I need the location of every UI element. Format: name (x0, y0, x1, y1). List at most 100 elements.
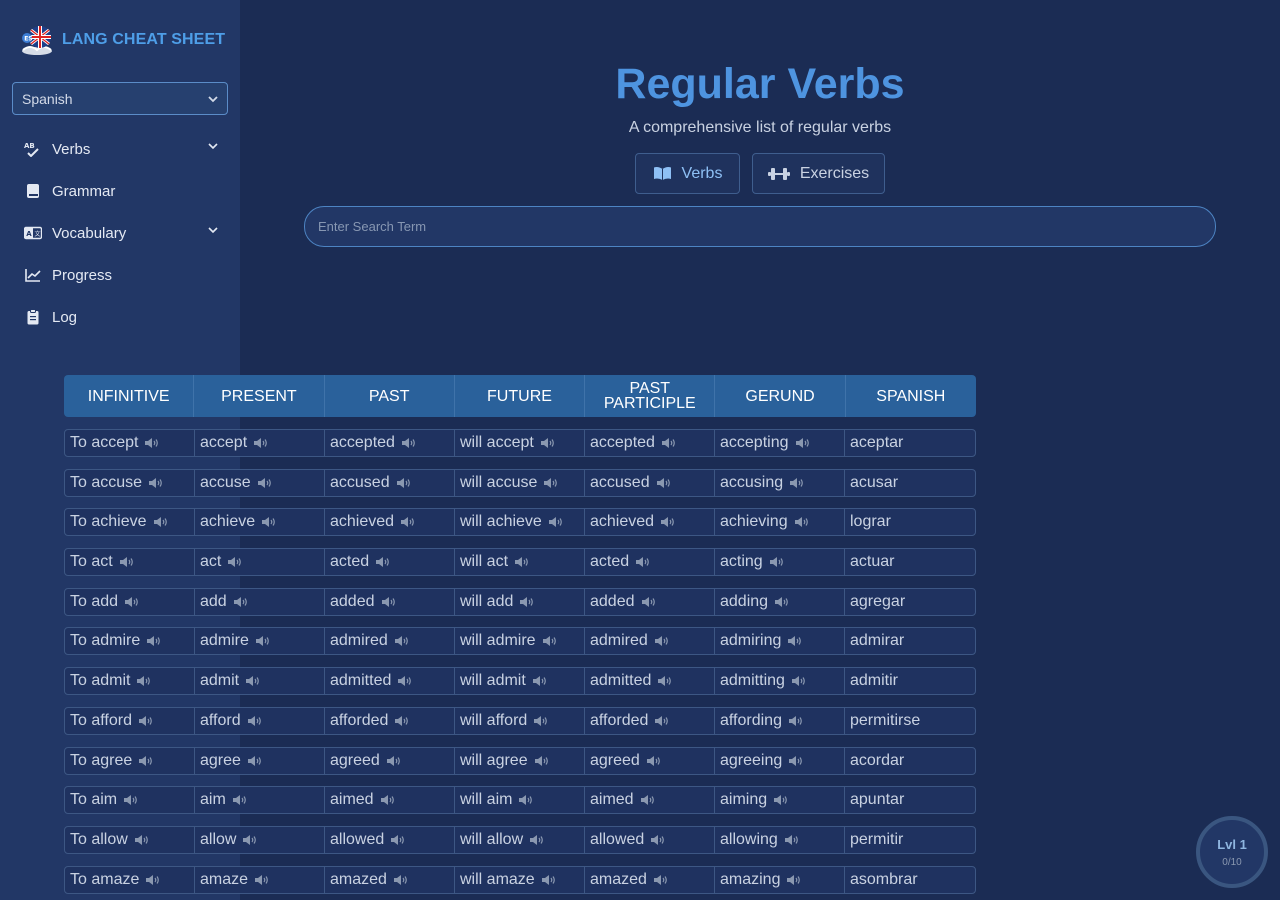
speaker-icon[interactable] (138, 755, 153, 767)
speaker-icon[interactable] (254, 874, 269, 886)
speaker-icon[interactable] (640, 794, 655, 806)
speaker-icon[interactable] (247, 715, 262, 727)
speaker-icon[interactable] (144, 437, 159, 449)
speaker-icon[interactable] (541, 874, 556, 886)
speaker-icon[interactable] (119, 556, 134, 568)
speaker-icon[interactable] (542, 635, 557, 647)
speaker-icon[interactable] (394, 715, 409, 727)
speaker-icon[interactable] (787, 635, 802, 647)
speaker-icon[interactable] (123, 794, 138, 806)
speaker-icon[interactable] (657, 675, 672, 687)
sidebar-item-vocabulary[interactable]: A 文 Vocabulary (0, 212, 240, 254)
brand[interactable]: ES LANG CHEAT SHEET (20, 24, 225, 56)
speaker-icon[interactable] (375, 556, 390, 568)
speaker-icon[interactable] (136, 675, 151, 687)
cell-text: agregar (850, 592, 906, 610)
cell-text: will aim (460, 791, 513, 809)
speaker-icon[interactable] (784, 834, 799, 846)
speaker-icon[interactable] (245, 675, 260, 687)
speaker-icon[interactable] (529, 834, 544, 846)
speaker-icon[interactable] (794, 516, 809, 528)
sidebar-item-log[interactable]: Log (0, 296, 240, 338)
speaker-icon[interactable] (400, 516, 415, 528)
speaker-icon[interactable] (148, 477, 163, 489)
speaker-icon[interactable] (641, 596, 656, 608)
cell-text: act (200, 553, 222, 571)
table-cell: admitted (325, 668, 455, 695)
cell-text: acusar (850, 473, 899, 491)
tab-label: Verbs (681, 164, 723, 182)
speaker-icon[interactable] (257, 477, 272, 489)
speaker-icon[interactable] (145, 874, 160, 886)
speaker-icon[interactable] (394, 635, 409, 647)
speaker-icon[interactable] (242, 834, 257, 846)
speaker-icon[interactable] (393, 874, 408, 886)
speaker-icon[interactable] (653, 874, 668, 886)
table-cell: aimed (325, 787, 455, 814)
chevron-down-icon[interactable] (208, 226, 218, 234)
speaker-icon[interactable] (789, 477, 804, 489)
cell-text: achieved (590, 513, 655, 531)
speaker-icon[interactable] (138, 715, 153, 727)
speaker-icon[interactable] (646, 755, 661, 767)
speaker-icon[interactable] (786, 874, 801, 886)
level-badge[interactable]: Lvl 1 0/10 (1196, 816, 1268, 888)
speaker-icon[interactable] (788, 715, 803, 727)
speaker-icon[interactable] (247, 755, 262, 767)
speaker-icon[interactable] (153, 516, 168, 528)
speaker-icon[interactable] (635, 556, 650, 568)
chevron-down-icon[interactable] (208, 142, 218, 150)
speaker-icon[interactable] (532, 675, 547, 687)
language-select-value: Spanish (22, 90, 73, 107)
speaker-icon[interactable] (124, 596, 139, 608)
speaker-icon[interactable] (381, 596, 396, 608)
language-select[interactable]: Spanish (12, 82, 228, 115)
speaker-icon[interactable] (396, 477, 411, 489)
speaker-icon[interactable] (543, 477, 558, 489)
sidebar-item-grammar[interactable]: Grammar (0, 170, 240, 212)
speaker-icon[interactable] (380, 794, 395, 806)
speaker-icon[interactable] (232, 794, 247, 806)
cell-text: To agree (70, 751, 133, 769)
cell-text: added (330, 592, 375, 610)
search-input[interactable]: Enter Search Term (304, 206, 1216, 247)
speaker-icon[interactable] (233, 596, 248, 608)
speaker-icon[interactable] (518, 794, 533, 806)
speaker-icon[interactable] (401, 437, 416, 449)
speaker-icon[interactable] (654, 715, 669, 727)
speaker-icon[interactable] (255, 635, 270, 647)
cell-text: admitir (850, 672, 899, 690)
speaker-icon[interactable] (519, 596, 534, 608)
speaker-icon[interactable] (386, 755, 401, 767)
speaker-icon[interactable] (656, 477, 671, 489)
speaker-icon[interactable] (533, 715, 548, 727)
table-cell: allowed (585, 826, 715, 853)
speaker-icon[interactable] (791, 675, 806, 687)
sidebar-item-progress[interactable]: Progress (0, 254, 240, 296)
speaker-icon[interactable] (788, 755, 803, 767)
speaker-icon[interactable] (534, 755, 549, 767)
speaker-icon[interactable] (227, 556, 242, 568)
speaker-icon[interactable] (134, 834, 149, 846)
cell-text: afforded (590, 711, 649, 729)
speaker-icon[interactable] (769, 556, 784, 568)
tab-verbs[interactable]: Verbs (635, 153, 740, 194)
speaker-icon[interactable] (261, 516, 276, 528)
speaker-icon[interactable] (650, 834, 665, 846)
speaker-icon[interactable] (540, 437, 555, 449)
speaker-icon[interactable] (514, 556, 529, 568)
sidebar-item-verbs[interactable]: AB Verbs (0, 128, 240, 170)
speaker-icon[interactable] (397, 675, 412, 687)
speaker-icon[interactable] (253, 437, 268, 449)
speaker-icon[interactable] (146, 635, 161, 647)
speaker-icon[interactable] (795, 437, 810, 449)
speaker-icon[interactable] (654, 635, 669, 647)
tab-exercises[interactable]: Exercises (752, 153, 885, 194)
speaker-icon[interactable] (661, 437, 676, 449)
cell-text: To amaze (70, 870, 140, 888)
speaker-icon[interactable] (774, 596, 789, 608)
speaker-icon[interactable] (390, 834, 405, 846)
speaker-icon[interactable] (548, 516, 563, 528)
speaker-icon[interactable] (660, 516, 675, 528)
speaker-icon[interactable] (773, 794, 788, 806)
